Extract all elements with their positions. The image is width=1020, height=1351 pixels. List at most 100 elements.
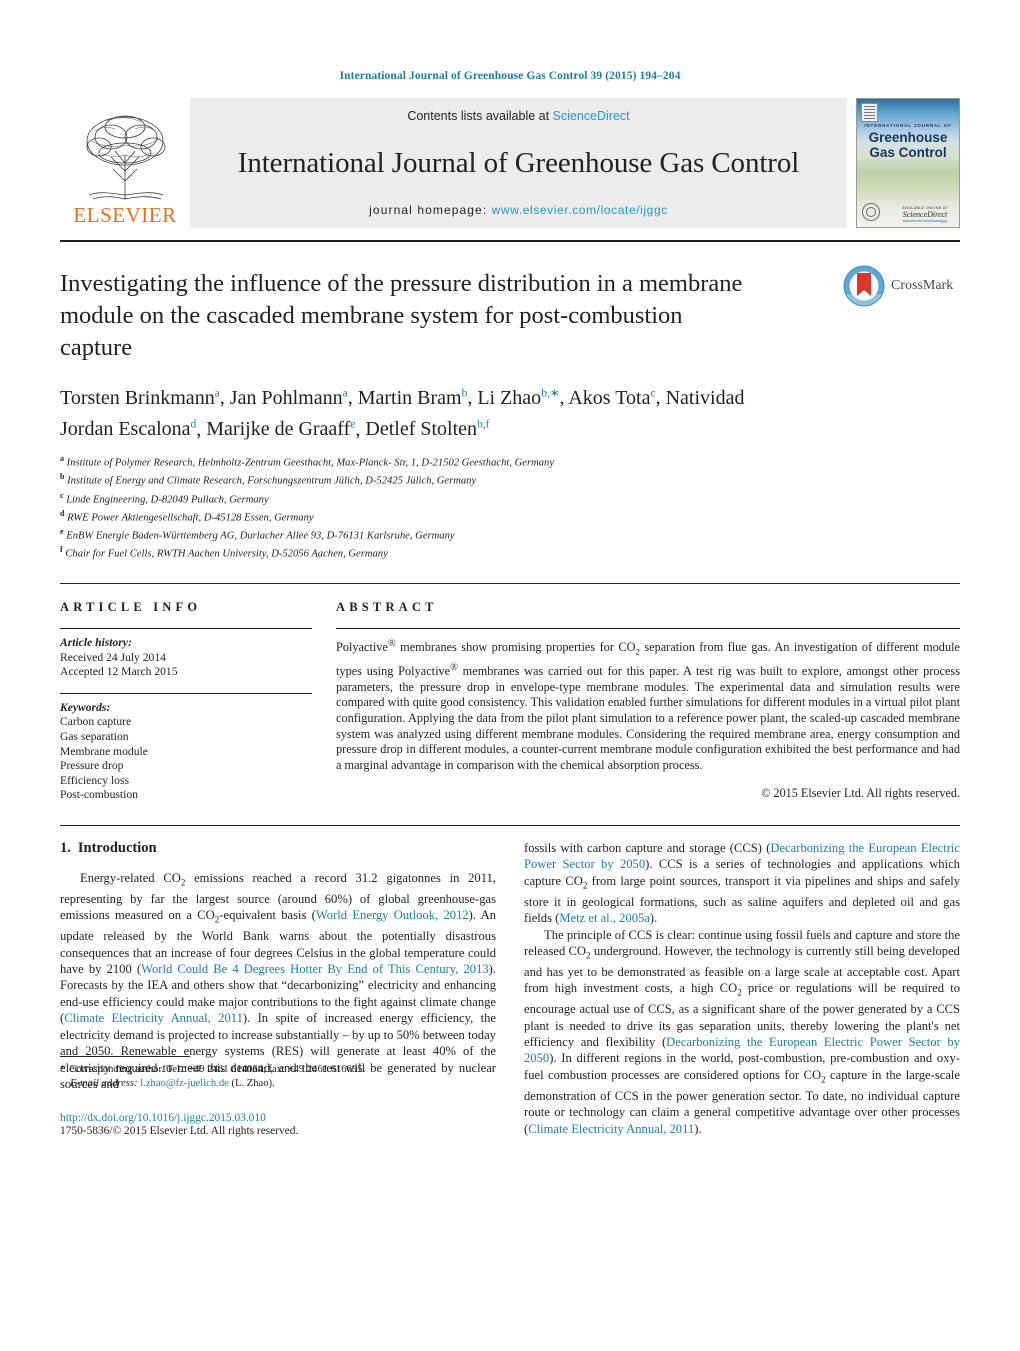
body-column-left: 1. Introduction Energy-related CO2 emissi… (60, 840, 496, 1137)
citation-link[interactable]: Metz et al., 2005a (559, 911, 650, 925)
section-number: 1. (60, 840, 71, 856)
article-info-heading: ARTICLE INFO (60, 600, 202, 615)
cover-pub-url: www.elsevier.com/locate/ijggc (902, 219, 948, 223)
affiliation-text: Institute of Energy and Climate Research… (67, 475, 477, 487)
author-affil-marker: a (214, 387, 220, 399)
email-label: E-mail address: (70, 1077, 138, 1089)
crossmark-badge[interactable]: CrossMark (842, 264, 960, 308)
keyword-item: Efficiency loss (60, 773, 130, 787)
citation-link[interactable]: Decarbonizing the European Electric Powe… (524, 1035, 960, 1065)
author-item[interactable]: Detlef Stoltenb,f (365, 418, 489, 440)
author-item[interactable]: Jan Pohlmanna (230, 387, 348, 409)
affiliation-item: d RWE Power Aktiengesellschaft, D-45128 … (60, 507, 960, 525)
section-title: Introduction (77, 840, 157, 856)
author-list: Torsten Brinkmanna, Jan Pohlmanna, Marti… (60, 386, 745, 441)
keyword-item: Post-combustion (60, 788, 138, 802)
email-link[interactable]: l.zhao@fz-juelich.de (140, 1078, 229, 1089)
masthead-divider (60, 240, 960, 242)
affiliation-label: d (60, 508, 65, 518)
abstract-text: Polyactive® membranes show promising pro… (336, 638, 960, 772)
article-history-block: Article history: Received 24 July 2014 A… (60, 636, 312, 680)
affiliation-label: f (60, 544, 63, 554)
contents-available-line: Contents lists available at ScienceDirec… (407, 109, 629, 123)
doi-link[interactable]: http://dx.doi.org/10.1016/j.ijggc.2015.0… (60, 1112, 496, 1124)
affiliation-text: Chair for Fuel Cells, RWTH Aachen Univer… (65, 548, 388, 560)
affiliation-label: b (60, 472, 65, 482)
cover-seal-icon (862, 203, 880, 221)
info-abstract-section: ARTICLE INFO Article history: Received 2… (60, 600, 960, 803)
contents-prefix: Contents lists available at (407, 109, 553, 123)
crossmark-icon (843, 265, 885, 307)
author-affil-marker: c (650, 387, 656, 399)
keyword-item: Carbon capture (60, 715, 132, 729)
affiliation-text: RWE Power Aktiengesellschaft, D-45128 Es… (67, 512, 314, 524)
affiliation-list: a Institute of Polymer Research, Helmhol… (60, 452, 960, 561)
crossmark-label: CrossMark (891, 278, 954, 293)
author-item[interactable]: Marijke de Graaffe (206, 418, 355, 440)
cover-title-line1: Greenhouse (868, 130, 948, 145)
elsevier-logo: ELSEVIER (60, 98, 190, 228)
author-item[interactable]: Torsten Brinkmanna (60, 387, 220, 409)
affiliation-item: e EnBW Energie Baden-Württemberg AG, Dur… (60, 525, 960, 543)
intro-paragraph-right-2: The principle of CCS is clear: continue … (524, 927, 961, 1136)
affiliation-label: a (60, 454, 64, 464)
article-info-rule-mid (60, 692, 312, 694)
author-affil-marker: b,f (477, 418, 490, 431)
citation-link[interactable]: Decarbonizing the European Electric Powe… (524, 841, 960, 871)
issn-copyright-line: 1750-5836/© 2015 Elsevier Ltd. All right… (60, 1124, 299, 1137)
journal-homepage-link[interactable]: www.elsevier.com/locate/ijggc (492, 203, 668, 217)
article-history-received: Received 24 July 2014 (60, 650, 166, 664)
affiliation-item: c Linde Engineering, D-82049 Pullach, Ge… (60, 489, 960, 507)
affiliation-label: c (60, 490, 64, 500)
keyword-item: Pressure drop (60, 759, 124, 773)
masthead-center: Contents lists available at ScienceDirec… (190, 98, 847, 228)
abstract-column: ABSTRACT Polyactive® membranes show prom… (336, 600, 960, 803)
cover-title: Greenhouse Gas Control (857, 130, 959, 160)
citation-link[interactable]: Climate Electricity Annual, 2011 (64, 1011, 243, 1025)
cover-publisher-block: AVAILABLE ONLINE AT ScienceDirect www.el… (897, 206, 953, 223)
citation-link[interactable]: Climate Electricity Annual, 2011 (528, 1122, 694, 1136)
affiliation-text: Institute of Polymer Research, Helmholtz… (66, 457, 555, 469)
journal-cover-thumbnail[interactable]: INTERNATIONAL JOURNAL OF Greenhouse Gas … (856, 98, 960, 228)
abstract-copyright: © 2015 Elsevier Ltd. All rights reserved… (761, 786, 960, 801)
elsevier-tree-icon (86, 115, 166, 200)
elsevier-wordmark: ELSEVIER (73, 203, 177, 227)
keywords-block: Keywords: Carbon capture Gas separation … (60, 701, 312, 803)
paper-page: International Journal of Greenhouse Gas … (0, 0, 1020, 1351)
cover-title-line2: Gas Control (869, 145, 947, 160)
keyword-item: Membrane module (60, 744, 148, 758)
cover-pub-name: ScienceDirect (902, 210, 948, 219)
citation-link[interactable]: World Energy Outlook, 2012 (316, 908, 469, 922)
author-affil-marker: e (350, 418, 356, 431)
title-block: CrossMark Investigating the influence of… (60, 265, 960, 561)
author-item[interactable]: Li Zhaob,∗ (477, 387, 559, 409)
homepage-prefix: journal homepage: (369, 203, 492, 217)
cover-kicker: INTERNATIONAL JOURNAL OF (864, 123, 952, 128)
author-affil-marker: a (342, 387, 348, 399)
title-divider (60, 583, 960, 585)
journal-masthead: ELSEVIER Contents lists available at Sci… (60, 98, 960, 228)
sciencedirect-link[interactable]: ScienceDirect (553, 109, 630, 123)
journal-title: International Journal of Greenhouse Gas … (237, 146, 800, 179)
affiliation-text: EnBW Energie Baden-Württemberg AG, Durla… (66, 530, 455, 542)
affiliation-label: e (60, 526, 64, 536)
abstract-rule (336, 628, 960, 630)
abstract-heading: ABSTRACT (336, 600, 438, 615)
affiliation-item: f Chair for Fuel Cells, RWTH Aachen Univ… (60, 543, 960, 561)
email-suffix: (L. Zhao). (231, 1077, 275, 1089)
body-column-right: fossils with carbon capture and storage … (524, 840, 960, 1137)
corresponding-author-note: * Corresponding author. Tel.: +49 2461 61… (60, 1063, 496, 1090)
keyword-item: Gas separation (60, 730, 129, 744)
running-head: International Journal of Greenhouse Gas … (339, 70, 681, 82)
affiliation-text: Linde Engineering, D-82049 Pullach, Germ… (66, 494, 269, 506)
author-item[interactable]: Martin Bramb (358, 387, 468, 409)
affiliation-item: a Institute of Polymer Research, Helmhol… (60, 452, 960, 470)
body-columns: 1. Introduction Energy-related CO2 emissi… (60, 840, 960, 1137)
footnote-block: * Corresponding author. Tel.: +49 2461 61… (60, 1056, 496, 1137)
citation-link[interactable]: World Could Be 4 Degrees Hotter By End o… (141, 962, 489, 976)
affiliation-item: b Institute of Energy and Climate Resear… (60, 470, 960, 488)
author-item[interactable]: Akos Totac (568, 387, 655, 409)
journal-homepage-line: journal homepage: www.elsevier.com/locat… (369, 203, 668, 217)
footnote-star: * (60, 1064, 66, 1076)
article-history-label: Article history: (60, 636, 132, 650)
